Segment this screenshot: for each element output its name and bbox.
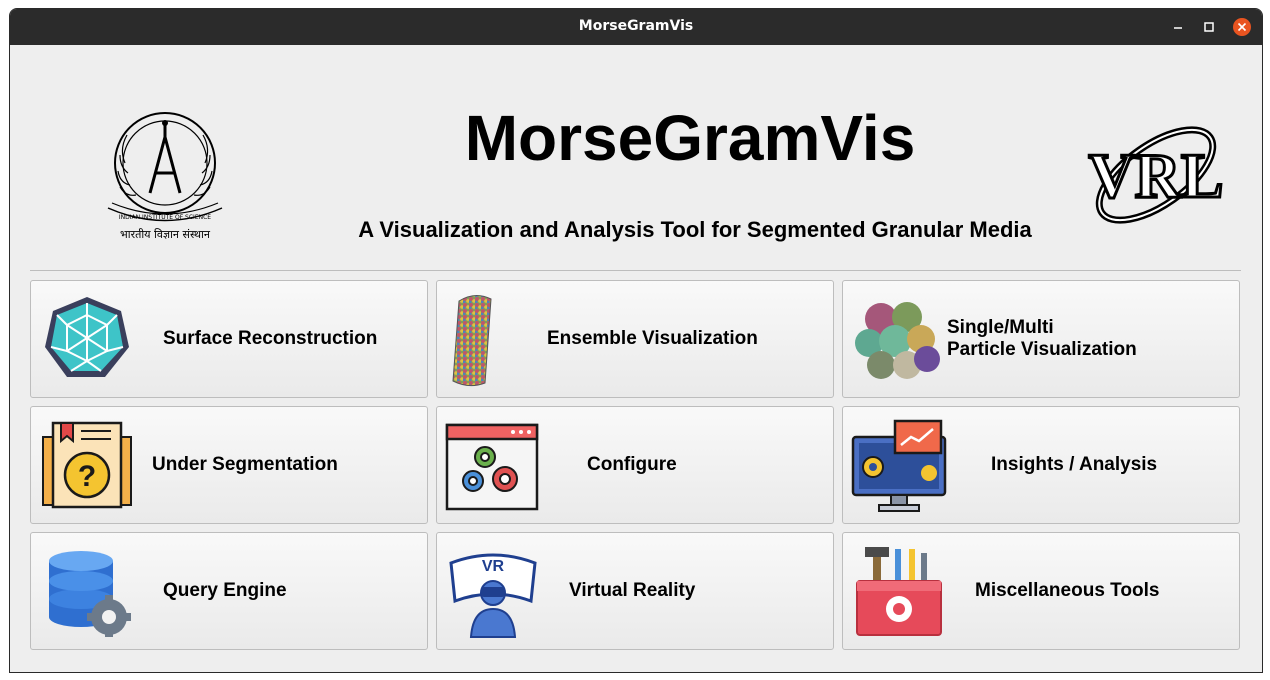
- query-engine-button[interactable]: Query Engine: [30, 532, 428, 650]
- surface-reconstruction-button[interactable]: Surface Reconstruction: [30, 280, 428, 398]
- tile-label: Single/Multi Particle Visualization: [947, 317, 1137, 360]
- tile-label: Configure: [587, 454, 677, 475]
- maximize-icon[interactable]: [1199, 17, 1219, 37]
- vrl-logo: VRL: [1087, 126, 1225, 224]
- tile-label: Insights / Analysis: [991, 454, 1158, 475]
- app-window: MorseGramVis INDIAN INSTITUTE OF SCIENCE…: [9, 8, 1263, 673]
- window-title: MorseGramVis: [578, 18, 694, 34]
- tile-label: Miscellaneous Tools: [975, 580, 1160, 601]
- tile-label: Under Segmentation: [152, 454, 338, 475]
- virtual-reality-button[interactable]: VR Virtual Reality: [436, 532, 834, 650]
- question-document-icon: ?: [42, 421, 132, 509]
- tile-label: Virtual Reality: [569, 580, 696, 601]
- minimize-icon[interactable]: [1168, 17, 1188, 37]
- miscellaneous-tools-button[interactable]: Miscellaneous Tools: [842, 532, 1240, 650]
- configure-button[interactable]: Configure: [436, 406, 834, 524]
- tile-label: Surface Reconstruction: [163, 328, 378, 349]
- app-title: MorseGramVis: [464, 102, 916, 174]
- gears-window-icon: [445, 423, 539, 511]
- insights-analysis-button[interactable]: Insights / Analysis: [842, 406, 1240, 524]
- tile-label: Query Engine: [163, 580, 287, 601]
- svg-text:INDIAN INSTITUTE OF SCIENCE: INDIAN INSTITUTE OF SCIENCE: [119, 214, 211, 221]
- svg-text:VRL: VRL: [1088, 140, 1223, 211]
- ensemble-visualization-button[interactable]: Ensemble Visualization: [436, 280, 834, 398]
- tile-label: Ensemble Visualization: [547, 328, 758, 349]
- svg-text:भारतीय विज्ञान संस्थान: भारतीय विज्ञान संस्थान: [120, 228, 211, 241]
- svg-text:?: ?: [78, 460, 96, 493]
- svg-text:VR: VR: [482, 558, 505, 575]
- database-gear-icon: [49, 551, 131, 637]
- particle-visualization-button[interactable]: Single/Multi Particle Visualization: [842, 280, 1240, 398]
- title-bar[interactable]: MorseGramVis: [10, 9, 1262, 45]
- under-segmentation-button[interactable]: ? Under Segmentation: [30, 406, 428, 524]
- particle-cylinder-icon: [452, 295, 492, 387]
- close-icon[interactable]: [1232, 17, 1252, 37]
- particle-cluster-icon: [855, 302, 940, 379]
- toolbox-icon: [856, 547, 942, 636]
- main-content: INDIAN INSTITUTE OF SCIENCE भारतीय विज्ञ…: [10, 45, 1262, 672]
- app-subtitle: A Visualization and Analysis Tool for Se…: [358, 217, 1032, 242]
- polyhedron-mesh-icon: [45, 297, 129, 377]
- header-divider: [30, 270, 1241, 271]
- vr-headset-icon: VR: [449, 553, 537, 638]
- analytics-monitor-icon: [851, 419, 947, 512]
- iisc-logo: INDIAN INSTITUTE OF SCIENCE भारतीय विज्ञ…: [107, 112, 223, 241]
